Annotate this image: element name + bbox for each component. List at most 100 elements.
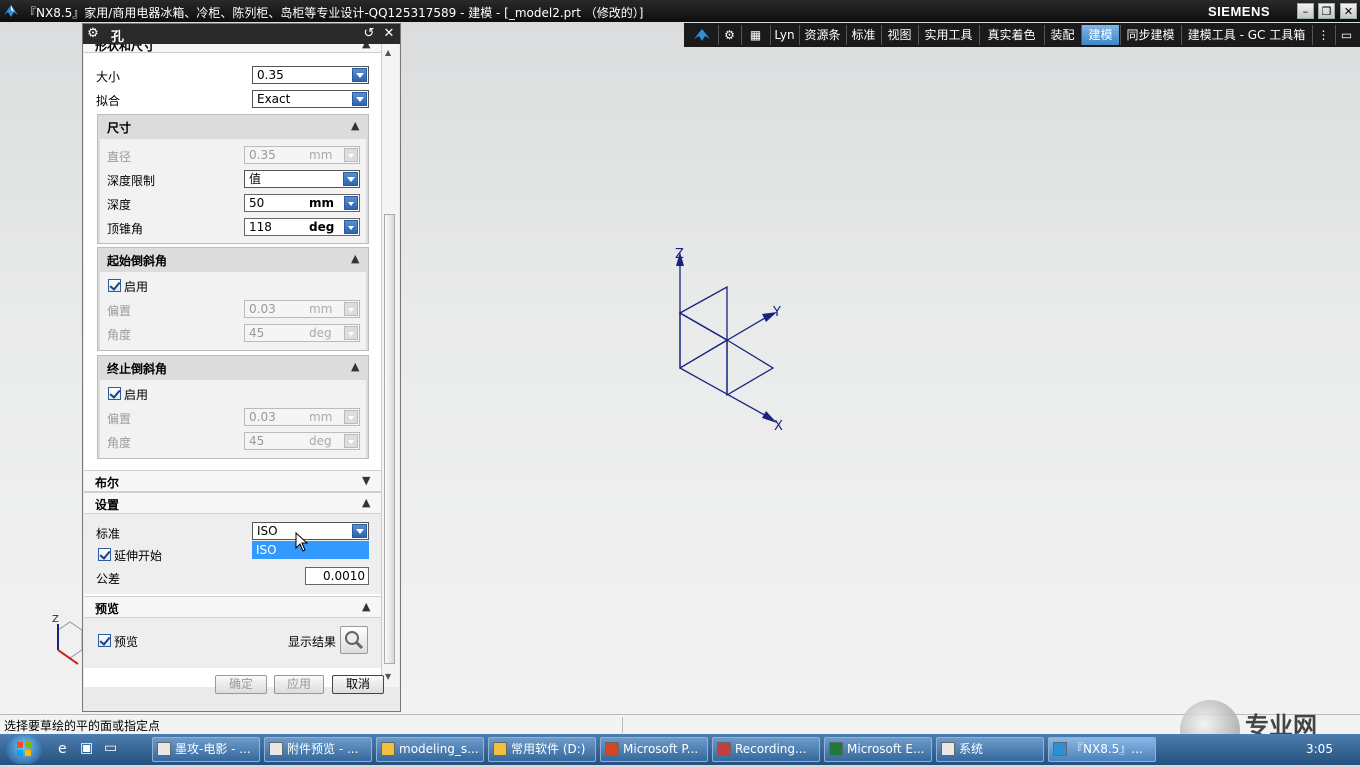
minimize-button[interactable]: –	[1297, 3, 1314, 19]
show-desktop-icon[interactable]: ▭	[104, 740, 117, 756]
chevron-down-icon[interactable]	[352, 92, 367, 106]
end-angle-field: 45 deg	[244, 432, 360, 450]
tab-view[interactable]: 视图	[881, 25, 917, 45]
fit-label: 拟合	[96, 94, 121, 108]
end-offset-value: 0.03	[249, 410, 276, 424]
task-item[interactable]: 墨攻-电影 - ...	[152, 737, 260, 762]
tab-gc-toolbox[interactable]: 建模工具 - GC 工具箱	[1181, 25, 1311, 45]
apply-button[interactable]: 应用	[274, 675, 324, 694]
windows-logo-icon	[17, 742, 31, 756]
grid-icon[interactable]: ▦	[741, 25, 769, 45]
start-offset-value: 0.03	[249, 302, 276, 316]
chevron-down-icon[interactable]	[343, 172, 358, 186]
tab-lyn[interactable]: Lyn	[770, 25, 798, 45]
magnifier-icon	[345, 631, 364, 650]
start-offset-label: 偏置	[107, 304, 132, 318]
section-form-header: 形状和尺寸	[95, 44, 156, 53]
preview-section[interactable]: 预览 ▲	[84, 596, 381, 618]
collapse-end-chamfer-icon[interactable]: ▲	[351, 360, 359, 373]
task-item[interactable]: Recording...	[712, 737, 820, 762]
task-item[interactable]: Microsoft P...	[600, 737, 708, 762]
dialog-close-icon[interactable]: ✕	[381, 26, 397, 42]
preview-header: 预览	[95, 602, 120, 616]
size-select[interactable]: 0.35	[252, 66, 369, 84]
task-item-active[interactable]: 『NX8.5』...	[1048, 737, 1156, 762]
start-chamfer-enable-checkbox[interactable]	[108, 279, 121, 292]
nx-logo-icon[interactable]	[688, 25, 716, 45]
toolbar-options-icon[interactable]: ⋮	[1312, 25, 1334, 45]
tip-angle-unit: deg	[309, 220, 335, 234]
collapse-start-chamfer-icon[interactable]: ▲	[351, 252, 359, 265]
close-window-button[interactable]: ✕	[1340, 3, 1357, 19]
depth-limit-label: 深度限制	[107, 174, 156, 188]
depth-limit-select[interactable]: 值	[244, 170, 360, 188]
tip-angle-value: 118	[249, 220, 272, 234]
tolerance-label: 公差	[96, 572, 121, 586]
tab-true-shading[interactable]: 真实着色	[979, 25, 1043, 45]
collapse-settings-icon[interactable]: ▲	[362, 496, 370, 509]
chevron-down-icon[interactable]	[352, 524, 367, 538]
end-chamfer-enable-checkbox[interactable]	[108, 387, 121, 400]
show-result-button[interactable]	[340, 626, 368, 654]
fit-select[interactable]: Exact	[252, 90, 369, 108]
ie-quicklaunch-icon[interactable]: e	[58, 741, 67, 757]
standard-select[interactable]: ISO	[252, 522, 369, 540]
chevron-down-icon[interactable]	[352, 68, 367, 82]
nx-icon	[1053, 742, 1067, 756]
dialog-scrollbar[interactable]: ▲ ▼	[381, 44, 399, 687]
gear-icon[interactable]: ⚙	[718, 25, 740, 45]
collapse-dimensions-icon[interactable]: ▲	[351, 119, 359, 132]
tab-standard[interactable]: 标准	[846, 25, 880, 45]
task-item[interactable]: Microsoft E...	[824, 737, 932, 762]
depth-field[interactable]: 50 mm	[244, 194, 360, 212]
dimensions-group: 尺寸 ▲ 直径 0.35 mm 深度限制 值 深度 50 mm 顶锥角 118 deg	[97, 114, 369, 244]
task-item[interactable]: 系统	[936, 737, 1044, 762]
scrollbar-thumb[interactable]	[384, 214, 395, 664]
depth-limit-value: 值	[249, 172, 262, 186]
diameter-dropdown-icon	[344, 148, 358, 162]
status-prompt: 选择要草绘的平的面或指定点	[4, 719, 161, 733]
depth-dropdown-icon[interactable]	[344, 196, 358, 210]
start-button[interactable]	[6, 735, 42, 764]
collapse-preview-icon[interactable]: ▲	[362, 600, 370, 613]
quicklaunch-icon[interactable]: ▣	[80, 740, 93, 756]
tip-angle-field[interactable]: 118 deg	[244, 218, 360, 236]
dialog-scroll-area[interactable]: 形状和尺寸 ▲ 大小 0.35 拟合 Exact 尺寸 ▲ 直径 0.35 mm …	[84, 44, 381, 687]
tolerance-field[interactable]: 0.0010	[305, 567, 369, 585]
ie-icon	[269, 742, 283, 756]
reset-icon[interactable]: ↺	[361, 26, 377, 42]
toolbar-menu-icon[interactable]: ▭	[1335, 25, 1357, 45]
settings-header: 设置	[95, 498, 120, 512]
standard-option-iso[interactable]: ISO	[252, 541, 369, 559]
start-angle-value: 45	[249, 326, 265, 340]
dimensions-header: 尺寸	[107, 121, 132, 135]
start-angle-dropdown-icon	[344, 326, 358, 340]
tab-sync-modeling[interactable]: 同步建模	[1120, 25, 1180, 45]
preview-checkbox[interactable]	[98, 634, 111, 647]
wcs-axis-triad[interactable]: Z Y X	[640, 240, 810, 440]
collapse-form-icon[interactable]: ▲	[362, 44, 370, 50]
tab-modeling[interactable]: 建模	[1081, 25, 1119, 45]
dialog-gear-icon[interactable]: ⚙	[85, 26, 101, 42]
diameter-field: 0.35 mm	[244, 146, 360, 164]
excel-icon	[829, 742, 843, 756]
tab-utilities[interactable]: 实用工具	[918, 25, 978, 45]
extend-start-checkbox[interactable]	[98, 548, 111, 561]
expand-boolean-icon[interactable]: ▼	[362, 474, 370, 487]
restore-button[interactable]: ❐	[1318, 3, 1335, 19]
clock[interactable]: 3:05	[1306, 742, 1333, 756]
task-item[interactable]: 常用软件 (D:)	[488, 737, 596, 762]
title-bar: 『NX8.5』家用/商用电器冰箱、冷柜、陈列柜、岛柜等专业设计-QQ125317…	[0, 0, 1360, 22]
tab-assembly[interactable]: 装配	[1044, 25, 1080, 45]
tip-angle-dropdown-icon[interactable]	[344, 220, 358, 234]
settings-section[interactable]: 设置 ▲	[84, 492, 381, 514]
tab-resource-bar[interactable]: 资源条	[799, 25, 845, 45]
cancel-button[interactable]: 取消	[332, 675, 384, 694]
boolean-section[interactable]: 布尔 ▼	[84, 470, 381, 492]
start-angle-unit: deg	[309, 326, 332, 340]
ok-button[interactable]: 确定	[215, 675, 267, 694]
nx-app-icon[interactable]	[3, 3, 19, 19]
end-offset-dropdown-icon	[344, 410, 358, 424]
task-item[interactable]: modeling_s...	[376, 737, 484, 762]
task-item[interactable]: 附件预览 - ...	[264, 737, 372, 762]
